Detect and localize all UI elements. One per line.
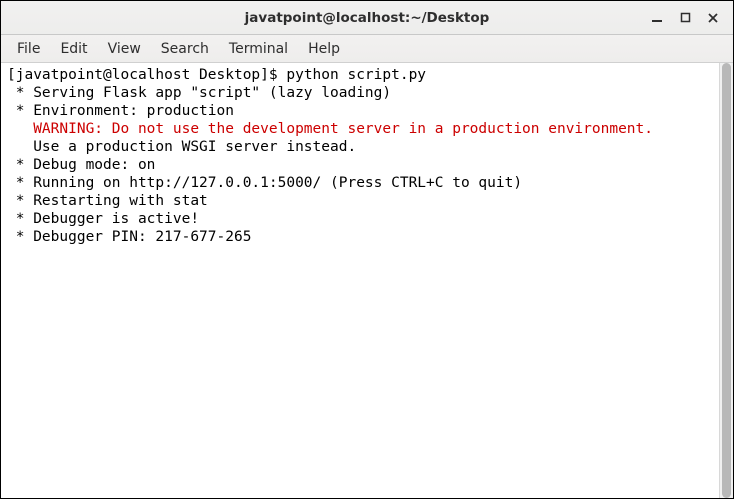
minimize-button[interactable]: [643, 5, 671, 31]
menu-file[interactable]: File: [7, 37, 50, 61]
menu-edit[interactable]: Edit: [50, 37, 97, 61]
output-line: * Debugger PIN: 217-677-265: [7, 229, 251, 245]
window-controls: [643, 5, 727, 31]
scrollbar[interactable]: [719, 63, 733, 498]
terminal-area: [javatpoint@localhost Desktop]$ python s…: [1, 63, 733, 498]
output-line: * Restarting with stat: [7, 193, 208, 209]
menu-view[interactable]: View: [98, 37, 151, 61]
titlebar: javatpoint@localhost:~/Desktop: [1, 1, 733, 35]
output-line: Use a production WSGI server instead.: [7, 139, 356, 155]
output-line: * Debugger is active!: [7, 211, 199, 227]
output-line: * Environment: production: [7, 103, 234, 119]
output-warning-line: WARNING: Do not use the development serv…: [7, 121, 653, 137]
menu-terminal[interactable]: Terminal: [219, 37, 298, 61]
output-line: * Debug mode: on: [7, 157, 155, 173]
window-title: javatpoint@localhost:~/Desktop: [245, 10, 490, 26]
shell-prompt: [javatpoint@localhost Desktop]$: [7, 67, 286, 83]
menu-help[interactable]: Help: [298, 37, 350, 61]
close-button[interactable]: [699, 5, 727, 31]
maximize-button[interactable]: [671, 5, 699, 31]
menubar: File Edit View Search Terminal Help: [1, 35, 733, 63]
terminal-output[interactable]: [javatpoint@localhost Desktop]$ python s…: [1, 63, 719, 498]
terminal-window: javatpoint@localhost:~/Desktop File Edit…: [0, 0, 734, 499]
output-line: * Running on http://127.0.0.1:5000/ (Pre…: [7, 175, 522, 191]
command-text: python script.py: [286, 67, 426, 83]
scrollbar-thumb[interactable]: [722, 63, 731, 498]
output-line: * Serving Flask app "script" (lazy loadi…: [7, 85, 391, 101]
menu-search[interactable]: Search: [151, 37, 219, 61]
